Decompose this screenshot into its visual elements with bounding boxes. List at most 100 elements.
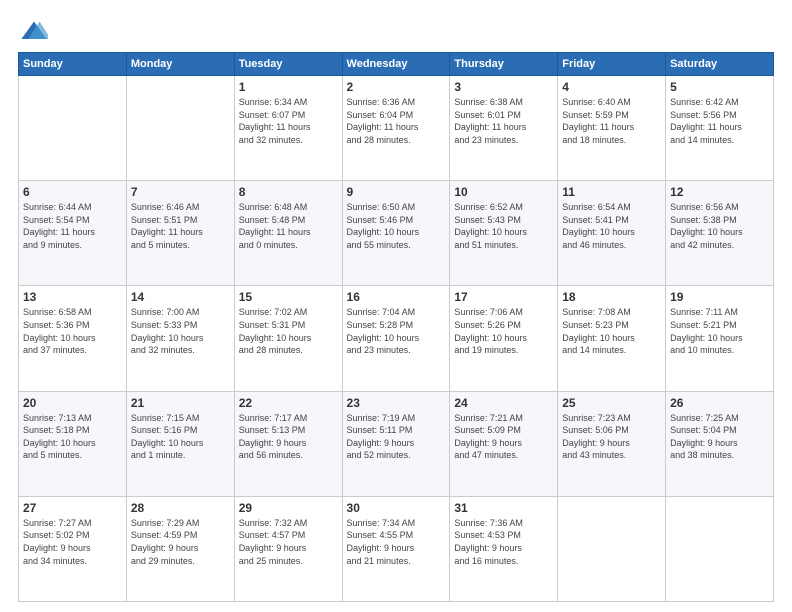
day-info: Sunrise: 7:00 AMSunset: 5:33 PMDaylight:…	[131, 306, 230, 356]
calendar-day-cell: 26 Sunrise: 7:25 AMSunset: 5:04 PMDayligh…	[666, 391, 774, 496]
day-number: 25	[562, 396, 661, 410]
day-number: 23	[347, 396, 446, 410]
day-number: 1	[239, 80, 338, 94]
day-number: 18	[562, 290, 661, 304]
day-info: Sunrise: 7:36 AMSunset: 4:53 PMDaylight:…	[454, 517, 553, 567]
calendar-week-row: 20 Sunrise: 7:13 AMSunset: 5:18 PMDayligh…	[19, 391, 774, 496]
day-number: 29	[239, 501, 338, 515]
day-number: 4	[562, 80, 661, 94]
day-info: Sunrise: 7:02 AMSunset: 5:31 PMDaylight:…	[239, 306, 338, 356]
calendar-header-cell: Sunday	[19, 53, 127, 76]
calendar-day-cell: 14Sunrise: 7:00 AMSunset: 5:33 PMDayligh…	[126, 286, 234, 391]
logo-icon	[20, 18, 48, 46]
calendar-day-cell: 2 Sunrise: 6:36 AMSunset: 6:04 PMDaylight…	[342, 76, 450, 181]
calendar-day-cell: 23 Sunrise: 7:19 AMSunset: 5:11 PMDayligh…	[342, 391, 450, 496]
day-info: Sunrise: 6:38 AMSunset: 6:01 PMDaylight:…	[454, 96, 553, 146]
day-number: 26	[670, 396, 769, 410]
day-number: 27	[23, 501, 122, 515]
day-info: Sunrise: 6:56 AMSunset: 5:38 PMDaylight:…	[670, 201, 769, 251]
calendar-day-cell: 8 Sunrise: 6:48 AMSunset: 5:48 PMDaylight…	[234, 181, 342, 286]
day-number: 19	[670, 290, 769, 304]
day-number: 30	[347, 501, 446, 515]
calendar-table: SundayMondayTuesdayWednesdayThursdayFrid…	[18, 52, 774, 602]
calendar-week-row: 27 Sunrise: 7:27 AMSunset: 5:02 PMDayligh…	[19, 496, 774, 601]
day-number: 11	[562, 185, 661, 199]
calendar-day-cell: 16 Sunrise: 7:04 AMSunset: 5:28 PMDayligh…	[342, 286, 450, 391]
calendar-day-cell: 27 Sunrise: 7:27 AMSunset: 5:02 PMDayligh…	[19, 496, 127, 601]
calendar-day-cell: 30 Sunrise: 7:34 AMSunset: 4:55 PMDayligh…	[342, 496, 450, 601]
calendar-day-cell: 3 Sunrise: 6:38 AMSunset: 6:01 PMDaylight…	[450, 76, 558, 181]
calendar-day-cell: 28Sunrise: 7:29 AMSunset: 4:59 PMDayligh…	[126, 496, 234, 601]
calendar-day-cell	[19, 76, 127, 181]
calendar-day-cell: 25 Sunrise: 7:23 AMSunset: 5:06 PMDayligh…	[558, 391, 666, 496]
calendar-day-cell: 9 Sunrise: 6:50 AMSunset: 5:46 PMDaylight…	[342, 181, 450, 286]
calendar-day-cell: 17 Sunrise: 7:06 AMSunset: 5:26 PMDayligh…	[450, 286, 558, 391]
day-info: Sunrise: 7:27 AMSunset: 5:02 PMDaylight:…	[23, 517, 122, 567]
calendar-day-cell: 22Sunrise: 7:17 AMSunset: 5:13 PMDayligh…	[234, 391, 342, 496]
calendar-day-cell: 29 Sunrise: 7:32 AMSunset: 4:57 PMDayligh…	[234, 496, 342, 601]
calendar-day-cell	[666, 496, 774, 601]
day-number: 5	[670, 80, 769, 94]
day-info: Sunrise: 6:34 AMSunset: 6:07 PMDaylight:…	[239, 96, 338, 146]
day-info: Sunrise: 7:25 AMSunset: 5:04 PMDaylight:…	[670, 412, 769, 462]
calendar-day-cell: 7Sunrise: 6:46 AMSunset: 5:51 PMDaylight…	[126, 181, 234, 286]
day-number: 20	[23, 396, 122, 410]
calendar-day-cell: 18 Sunrise: 7:08 AMSunset: 5:23 PMDayligh…	[558, 286, 666, 391]
day-info: Sunrise: 6:54 AMSunset: 5:41 PMDaylight:…	[562, 201, 661, 251]
day-number: 8	[239, 185, 338, 199]
calendar-day-cell: 12 Sunrise: 6:56 AMSunset: 5:38 PMDayligh…	[666, 181, 774, 286]
day-number: 3	[454, 80, 553, 94]
day-info: Sunrise: 7:11 AMSunset: 5:21 PMDaylight:…	[670, 306, 769, 356]
calendar-header-cell: Saturday	[666, 53, 774, 76]
day-number: 7	[131, 185, 230, 199]
day-info: Sunrise: 7:15 AMSunset: 5:16 PMDaylight:…	[131, 412, 230, 462]
calendar-header-cell: Friday	[558, 53, 666, 76]
day-info: Sunrise: 6:48 AMSunset: 5:48 PMDaylight:…	[239, 201, 338, 251]
day-info: Sunrise: 7:17 AMSunset: 5:13 PMDaylight:…	[239, 412, 338, 462]
day-info: Sunrise: 7:34 AMSunset: 4:55 PMDaylight:…	[347, 517, 446, 567]
calendar-day-cell: 4Sunrise: 6:40 AMSunset: 5:59 PMDaylight…	[558, 76, 666, 181]
calendar-day-cell	[558, 496, 666, 601]
day-info: Sunrise: 6:44 AMSunset: 5:54 PMDaylight:…	[23, 201, 122, 251]
day-info: Sunrise: 7:13 AMSunset: 5:18 PMDaylight:…	[23, 412, 122, 462]
day-number: 24	[454, 396, 553, 410]
day-info: Sunrise: 6:42 AMSunset: 5:56 PMDaylight:…	[670, 96, 769, 146]
day-info: Sunrise: 6:52 AMSunset: 5:43 PMDaylight:…	[454, 201, 553, 251]
calendar-day-cell: 31 Sunrise: 7:36 AMSunset: 4:53 PMDayligh…	[450, 496, 558, 601]
day-number: 12	[670, 185, 769, 199]
day-info: Sunrise: 7:23 AMSunset: 5:06 PMDaylight:…	[562, 412, 661, 462]
day-number: 31	[454, 501, 553, 515]
calendar-day-cell: 19 Sunrise: 7:11 AMSunset: 5:21 PMDayligh…	[666, 286, 774, 391]
day-info: Sunrise: 7:06 AMSunset: 5:26 PMDaylight:…	[454, 306, 553, 356]
calendar-day-cell: 13Sunrise: 6:58 AMSunset: 5:36 PMDayligh…	[19, 286, 127, 391]
page: SundayMondayTuesdayWednesdayThursdayFrid…	[0, 0, 792, 612]
calendar-week-row: 6Sunrise: 6:44 AMSunset: 5:54 PMDaylight…	[19, 181, 774, 286]
day-number: 16	[347, 290, 446, 304]
header	[18, 18, 774, 42]
day-info: Sunrise: 7:08 AMSunset: 5:23 PMDaylight:…	[562, 306, 661, 356]
day-info: Sunrise: 6:36 AMSunset: 6:04 PMDaylight:…	[347, 96, 446, 146]
calendar-day-cell: 20 Sunrise: 7:13 AMSunset: 5:18 PMDayligh…	[19, 391, 127, 496]
calendar-week-row: 1 Sunrise: 6:34 AMSunset: 6:07 PMDaylight…	[19, 76, 774, 181]
calendar-day-cell	[126, 76, 234, 181]
day-info: Sunrise: 7:04 AMSunset: 5:28 PMDaylight:…	[347, 306, 446, 356]
calendar-day-cell: 15 Sunrise: 7:02 AMSunset: 5:31 PMDayligh…	[234, 286, 342, 391]
day-info: Sunrise: 7:32 AMSunset: 4:57 PMDaylight:…	[239, 517, 338, 567]
calendar-day-cell: 1 Sunrise: 6:34 AMSunset: 6:07 PMDaylight…	[234, 76, 342, 181]
day-number: 9	[347, 185, 446, 199]
day-number: 13	[23, 290, 122, 304]
day-number: 2	[347, 80, 446, 94]
calendar-day-cell: 24Sunrise: 7:21 AMSunset: 5:09 PMDayligh…	[450, 391, 558, 496]
calendar-day-cell: 6Sunrise: 6:44 AMSunset: 5:54 PMDaylight…	[19, 181, 127, 286]
calendar-header-cell: Wednesday	[342, 53, 450, 76]
day-number: 15	[239, 290, 338, 304]
logo	[18, 18, 48, 42]
day-info: Sunrise: 6:50 AMSunset: 5:46 PMDaylight:…	[347, 201, 446, 251]
day-number: 10	[454, 185, 553, 199]
calendar-day-cell: 11 Sunrise: 6:54 AMSunset: 5:41 PMDayligh…	[558, 181, 666, 286]
day-number: 28	[131, 501, 230, 515]
calendar-header-cell: Tuesday	[234, 53, 342, 76]
day-number: 17	[454, 290, 553, 304]
calendar-header-cell: Thursday	[450, 53, 558, 76]
day-info: Sunrise: 7:19 AMSunset: 5:11 PMDaylight:…	[347, 412, 446, 462]
